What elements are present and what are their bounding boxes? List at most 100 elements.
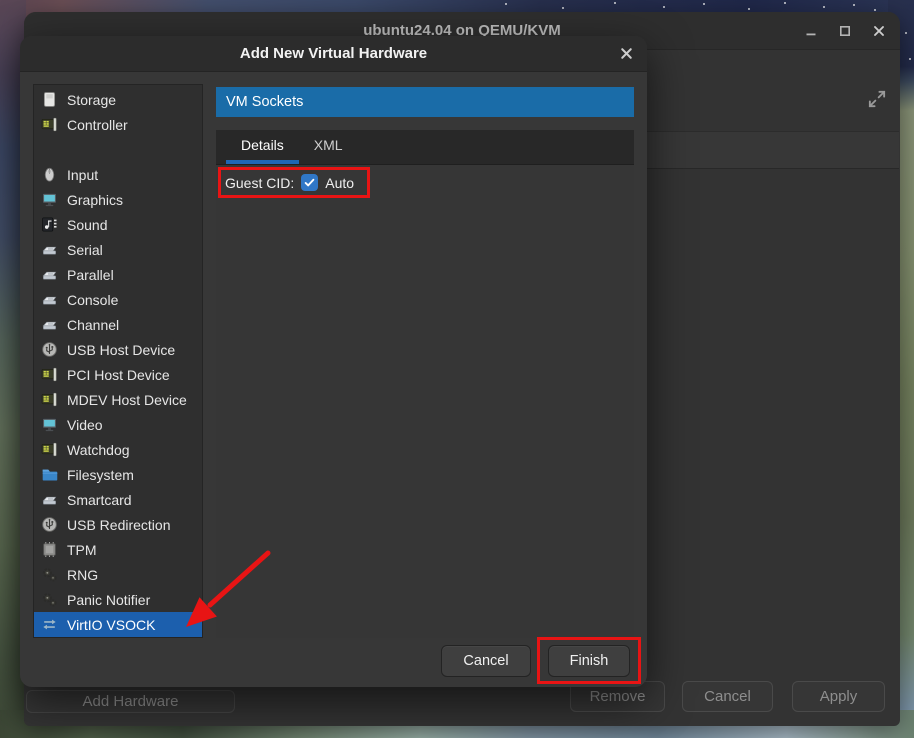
disk-icon xyxy=(41,91,58,108)
star xyxy=(784,2,786,4)
usb-icon xyxy=(41,516,58,533)
star xyxy=(505,3,507,5)
sidebar-item-pci-host-device[interactable]: PCI Host Device xyxy=(34,362,202,387)
apply-button[interactable]: Apply xyxy=(792,681,885,712)
tab-details[interactable]: Details xyxy=(226,130,299,164)
star xyxy=(823,6,825,8)
sidebar-item-rng[interactable]: RNG xyxy=(34,562,202,587)
vsock-arrows-icon xyxy=(41,616,58,633)
mouse-icon xyxy=(41,166,58,183)
sidebar-item-label: Video xyxy=(67,417,103,433)
sidebar-item-label: RNG xyxy=(67,567,98,583)
sidebar-item-label: Serial xyxy=(67,242,103,258)
sidebar-item-channel[interactable]: Channel xyxy=(34,312,202,337)
sidebar-item-label: Smartcard xyxy=(67,492,132,508)
monitor-icon xyxy=(41,191,58,208)
sidebar-item-blank xyxy=(34,137,202,162)
sidebar-item-usb-host-device[interactable]: USB Host Device xyxy=(34,337,202,362)
finish-annotation-rect xyxy=(537,637,641,684)
serial-device-icon xyxy=(41,491,58,508)
sidebar-item-label: USB Host Device xyxy=(67,342,175,358)
sidebar-item-label: Channel xyxy=(67,317,119,333)
maximize-icon[interactable] xyxy=(836,22,854,40)
guest-cid-annotation-rect: Guest CID: Auto xyxy=(218,167,370,198)
dialog-title: Add New Virtual Hardware xyxy=(20,36,647,71)
sidebar-item-sound[interactable]: Sound xyxy=(34,212,202,237)
dialog-titlebar: Add New Virtual Hardware xyxy=(20,36,647,72)
sidebar-item-label: Parallel xyxy=(67,267,114,283)
sidebar-item-input[interactable]: Input xyxy=(34,162,202,187)
sidebar-item-label: Watchdog xyxy=(67,442,130,458)
sidebar-item-label: MDEV Host Device xyxy=(67,392,187,408)
tab-xml[interactable]: XML xyxy=(299,130,358,164)
pci-card-icon xyxy=(41,391,58,408)
sidebar-item-label: Filesystem xyxy=(67,467,134,483)
monitor-icon xyxy=(41,416,58,433)
dialog-cancel-button[interactable]: Cancel xyxy=(441,645,531,677)
sidebar-item-panic-notifier[interactable]: Panic Notifier xyxy=(34,587,202,612)
star xyxy=(909,58,911,60)
add-hardware-button[interactable]: Add Hardware xyxy=(26,690,235,713)
expand-icon[interactable] xyxy=(866,88,888,110)
sidebar-item-storage[interactable]: Storage xyxy=(34,87,202,112)
dialog-close-icon[interactable] xyxy=(616,43,637,64)
sidebar-item-label: Storage xyxy=(67,92,116,108)
sidebar-item-usb-redirection[interactable]: USB Redirection xyxy=(34,512,202,537)
sidebar-item-graphics[interactable]: Graphics xyxy=(34,187,202,212)
serial-device-icon xyxy=(41,291,58,308)
hardware-type-list: Storage Controller Input Graphics Sound … xyxy=(33,84,203,638)
sidebar-item-watchdog[interactable]: Watchdog xyxy=(34,437,202,462)
pci-card-icon xyxy=(41,441,58,458)
serial-device-icon xyxy=(41,316,58,333)
sidebar-item-filesystem[interactable]: Filesystem xyxy=(34,462,202,487)
sidebar-item-label: Input xyxy=(67,167,98,183)
sound-card-icon xyxy=(41,216,58,233)
folder-icon xyxy=(41,466,58,483)
auto-checkbox-label[interactable]: Auto xyxy=(325,175,354,191)
star xyxy=(562,7,564,9)
close-icon[interactable] xyxy=(870,22,888,40)
sidebar-item-label: VirtIO VSOCK xyxy=(67,617,155,633)
panel-tabs: Details XML xyxy=(216,130,634,165)
sidebar-item-video[interactable]: Video xyxy=(34,412,202,437)
no-icon xyxy=(41,141,58,158)
sidebar-item-serial[interactable]: Serial xyxy=(34,237,202,262)
window-controls xyxy=(802,12,888,50)
window-cancel-button[interactable]: Cancel xyxy=(682,681,773,712)
sidebar-item-mdev-host-device[interactable]: MDEV Host Device xyxy=(34,387,202,412)
star xyxy=(853,4,855,6)
auto-checkbox[interactable] xyxy=(301,174,318,191)
gears-icon xyxy=(41,591,58,608)
minimize-icon[interactable] xyxy=(802,22,820,40)
check-icon xyxy=(303,176,316,189)
serial-device-icon xyxy=(41,241,58,258)
sidebar-item-label: PCI Host Device xyxy=(67,367,170,383)
sidebar-item-label: TPM xyxy=(67,542,97,558)
chip-icon xyxy=(41,541,58,558)
star xyxy=(905,32,907,34)
star xyxy=(748,8,750,10)
sidebar-item-parallel[interactable]: Parallel xyxy=(34,262,202,287)
gears-icon xyxy=(41,566,58,583)
panel-header: VM Sockets xyxy=(216,87,634,117)
add-hardware-dialog: Add New Virtual Hardware Storage Control… xyxy=(20,36,647,687)
sidebar-item-tpm[interactable]: TPM xyxy=(34,537,202,562)
serial-device-icon xyxy=(41,266,58,283)
guest-cid-label: Guest CID: xyxy=(225,175,294,191)
sidebar-item-label: USB Redirection xyxy=(67,517,171,533)
sidebar-item-virtio-vsock[interactable]: VirtIO VSOCK xyxy=(34,612,202,637)
star xyxy=(663,6,665,8)
pci-card-icon xyxy=(41,366,58,383)
sidebar-item-controller[interactable]: Controller xyxy=(34,112,202,137)
sidebar-item-console[interactable]: Console xyxy=(34,287,202,312)
sidebar-item-label: Console xyxy=(67,292,118,308)
sidebar-item-smartcard[interactable]: Smartcard xyxy=(34,487,202,512)
sidebar-item-label: Graphics xyxy=(67,192,123,208)
sidebar-item-label: Panic Notifier xyxy=(67,592,150,608)
sidebar-item-label: Controller xyxy=(67,117,128,133)
pci-card-icon xyxy=(41,116,58,133)
panel-content xyxy=(216,165,634,638)
sidebar-item-label: Sound xyxy=(67,217,107,233)
usb-icon xyxy=(41,341,58,358)
star xyxy=(874,9,876,11)
